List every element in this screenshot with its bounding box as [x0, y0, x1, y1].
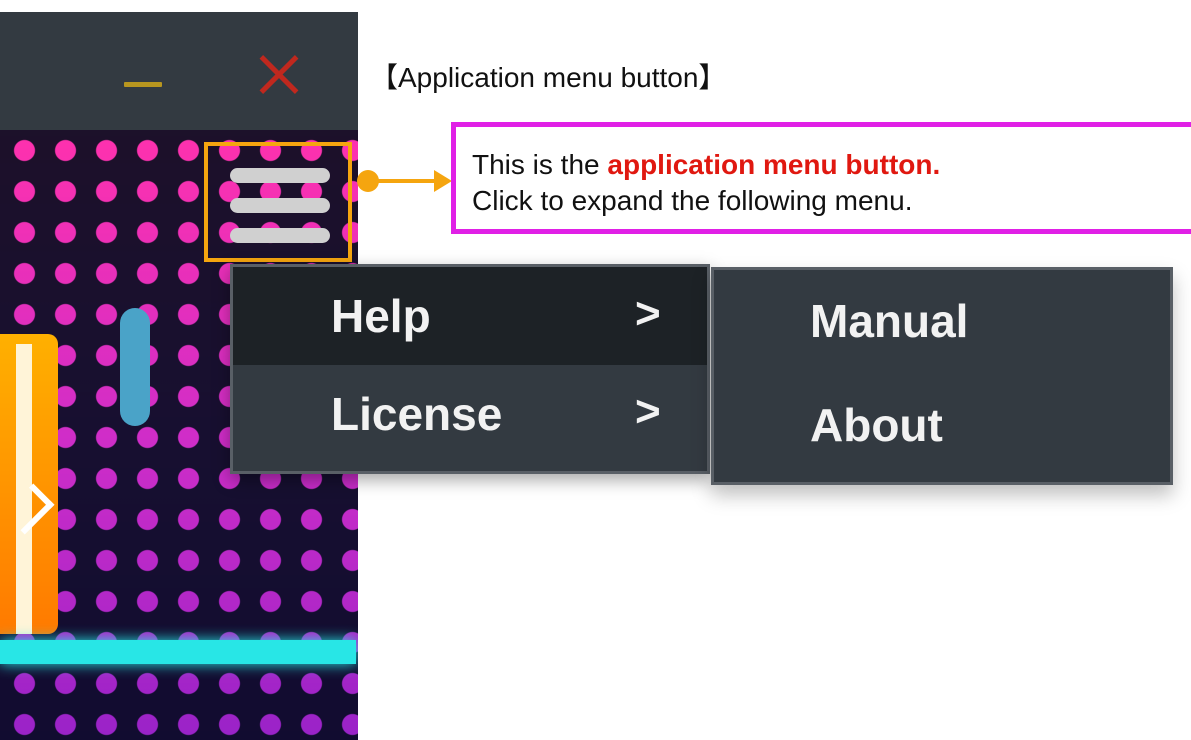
submenu-item-manual[interactable]: Manual [714, 270, 1170, 370]
title-bar [0, 12, 358, 130]
minimize-button[interactable] [118, 56, 170, 100]
arrow-right-icon [434, 170, 452, 192]
chevron-icon [3, 483, 55, 535]
menu-item-license[interactable]: License > [233, 365, 707, 463]
callout-box: This is the application menu button. Cli… [451, 122, 1191, 234]
callout-highlight: application menu button. [607, 149, 941, 180]
callout-line-1: This is the application menu button. [472, 149, 941, 180]
content-tile[interactable] [0, 334, 58, 634]
application-menu-button[interactable] [204, 142, 352, 262]
menu-item-label: License [331, 388, 503, 440]
callout-line-2: Click to expand the following menu. [472, 185, 913, 216]
cyan-divider [0, 640, 356, 664]
chevron-right-icon: > [635, 387, 661, 436]
menu-item-label: Help [331, 290, 431, 342]
menu-item-help[interactable]: Help > [233, 267, 707, 365]
callout-connector-line [376, 179, 438, 183]
submenu-item-about[interactable]: About [714, 374, 1170, 474]
submenu-item-label: Manual [810, 295, 969, 347]
minimize-icon [124, 82, 162, 87]
callout-title: 【Application menu button】 [370, 62, 727, 93]
application-menu: Help > License > [230, 264, 710, 474]
close-button[interactable] [252, 48, 308, 104]
chevron-right-icon: > [635, 289, 661, 338]
submenu-item-label: About [810, 399, 943, 451]
slider-handle[interactable] [120, 308, 150, 426]
help-submenu: Manual About [711, 267, 1173, 485]
hamburger-icon [230, 168, 330, 183]
